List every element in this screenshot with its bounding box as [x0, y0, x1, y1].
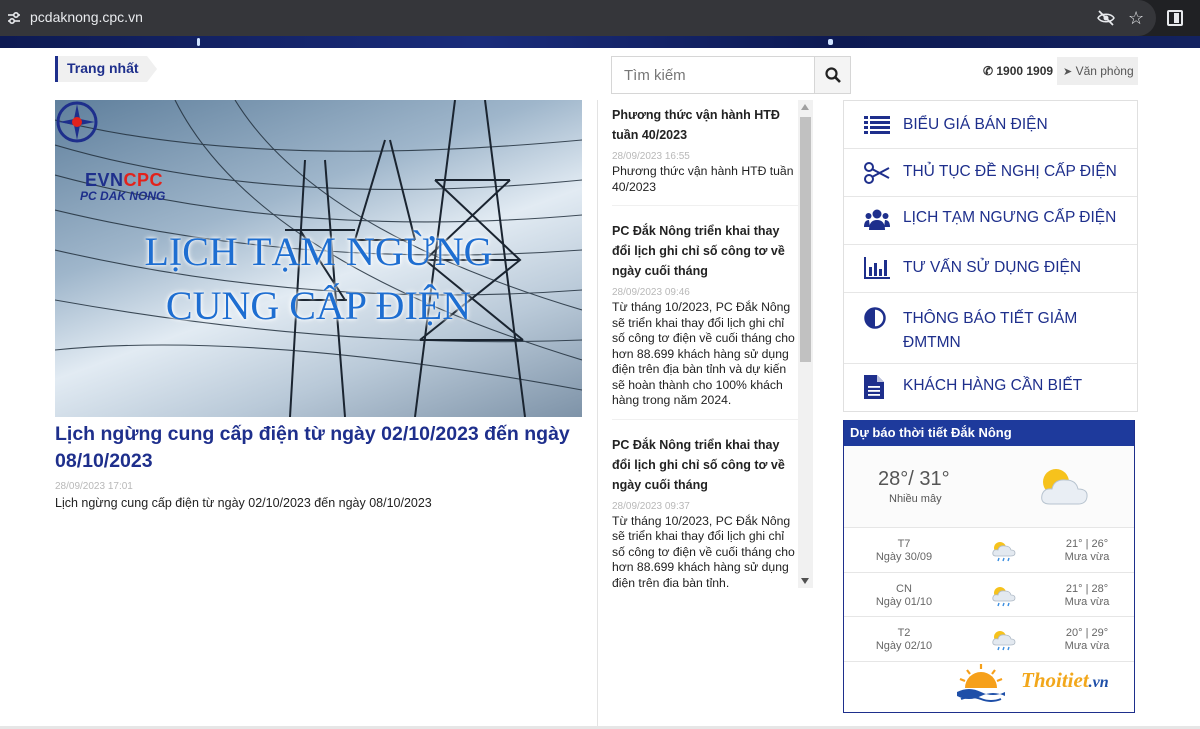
- forecast-range: 21° | 28° Mưa vừa: [1064, 582, 1110, 608]
- forecast-range: 20° | 29° Mưa vừa: [1064, 627, 1110, 652]
- news-scrollbar[interactable]: [798, 100, 813, 588]
- featured-title-link[interactable]: Lịch ngừng cung cấp điện từ ngày 02/10/2…: [55, 421, 585, 475]
- news-date: 28/09/2023 09:46: [612, 287, 690, 298]
- news-title[interactable]: PC Đắk Nông triển khai thay đổi lịch ghi…: [612, 435, 798, 495]
- hotline[interactable]: ✆ 1900 1909: [983, 64, 1053, 78]
- list-icon: [864, 116, 890, 134]
- menu-item-consult[interactable]: TƯ VẤN SỬ DỤNG ĐIỆN: [844, 245, 1137, 293]
- site-header-strip: [0, 36, 1200, 48]
- thoitiet-logo[interactable]: Thoitiet.vn: [957, 662, 1137, 706]
- weather-current: 28°/ 31° Nhiều mây: [844, 446, 1134, 528]
- search-box: [611, 56, 851, 94]
- breadcrumb-home[interactable]: Trang nhất: [58, 56, 147, 82]
- news-title[interactable]: PC Đắk Nông triển khai thay đổi lịch ghi…: [612, 221, 798, 281]
- weather-widget: Dự báo thời tiết Đắk Nông 28°/ 31° Nhiều…: [843, 420, 1135, 713]
- menu-label: THỦ TỤC ĐỀ NGHỊ CẤP ĐIỆN: [903, 163, 1117, 180]
- document-icon: [864, 375, 884, 399]
- thoitiet-logo-text: Thoitiet.vn: [1021, 668, 1109, 692]
- search-icon: [825, 67, 841, 83]
- news-desc: Từ tháng 10/2023, PC Đắk Nông sẽ triển k…: [612, 300, 795, 407]
- browser-toolbar: pcdaknong.cpc.vn ☆: [0, 0, 1200, 36]
- scroll-thumb[interactable]: [800, 117, 811, 362]
- news-date: 28/09/2023 09:37: [612, 500, 690, 512]
- featured-image[interactable]: EVNCPC PC DAK NONG LỊCH TẠM NGỪNG CUNG C…: [55, 100, 582, 417]
- menu-item-notice[interactable]: THÔNG BÁO TIẾT GIẢM ĐMTMN: [844, 293, 1137, 364]
- forecast-row: T7 Ngày 30/09 21° | 26° Mưa vừa: [844, 528, 1134, 573]
- star-icon[interactable]: ☆: [1128, 8, 1144, 28]
- address-bar[interactable]: pcdaknong.cpc.vn ☆: [0, 0, 1156, 36]
- weather-title: Dự báo thời tiết Đắk Nông: [844, 420, 1134, 446]
- contrast-icon: [864, 307, 886, 329]
- forecast-day: T2 Ngày 02/10: [875, 627, 933, 652]
- menu-item-outage[interactable]: LỊCH TẠM NGƯNG CẤP ĐIỆN: [844, 197, 1137, 245]
- menu-label: THÔNG BÁO TIẾT GIẢM ĐMTMN: [903, 310, 1078, 351]
- menu-item-price[interactable]: BIỂU GIÁ BÁN ĐIỆN: [844, 101, 1137, 149]
- navigation-arrow-icon: ➤: [1063, 66, 1073, 78]
- news-scroll-area[interactable]: Phương thức vận hành HTĐ tuần 40/2023 28…: [598, 100, 798, 588]
- evn-logo-icon: [56, 101, 98, 143]
- rain-icon: [992, 542, 1016, 562]
- rain-icon: [992, 586, 1016, 606]
- scissors-icon: [864, 162, 890, 184]
- forecast-range: 21° | 26° Mưa vừa: [1064, 538, 1110, 563]
- sunrise-logo-icon: [957, 664, 1005, 702]
- menu-label: LỊCH TẠM NGƯNG CẤP ĐIỆN: [903, 209, 1117, 226]
- side-panel-icon[interactable]: [1167, 10, 1183, 26]
- menu-label: TƯ VẤN SỬ DỤNG ĐIỆN: [903, 259, 1082, 276]
- office-label: Văn phòng: [1075, 64, 1134, 78]
- search-button[interactable]: [814, 57, 850, 93]
- current-condition: Nhiều mây: [889, 493, 942, 505]
- featured-summary: Lịch ngừng cung cấp điện từ ngày 02/10/2…: [55, 496, 432, 510]
- news-desc: Từ tháng 10/2023, PC Đắk Nông sẽ triển k…: [612, 513, 795, 589]
- evn-logo-sub: PC DAK NONG: [80, 189, 166, 203]
- menu-label: KHÁCH HÀNG CẦN BIẾT: [903, 377, 1083, 394]
- cloudy-sun-icon: [1041, 469, 1088, 505]
- news-item[interactable]: Phương thức vận hành HTĐ tuần 40/2023 28…: [598, 100, 798, 195]
- forecast-row: CN Ngày 01/10 21° | 28° Mưa vừa: [844, 573, 1134, 617]
- news-list: Phương thức vận hành HTĐ tuần 40/2023 28…: [597, 100, 814, 729]
- featured-date: 28/09/2023 17:01: [55, 481, 133, 492]
- hotline-number: 1900 1909: [996, 64, 1054, 78]
- breadcrumb[interactable]: Trang nhất: [55, 56, 157, 82]
- menu-item-procedure[interactable]: THỦ TỤC ĐỀ NGHỊ CẤP ĐIỆN: [844, 149, 1137, 197]
- phone-icon: ✆: [983, 64, 994, 78]
- url-text[interactable]: pcdaknong.cpc.vn: [30, 9, 143, 25]
- banner-text-line2: CUNG CẤP ĐIỆN: [165, 283, 472, 328]
- news-title[interactable]: Phương thức vận hành HTĐ tuần 40/2023: [612, 105, 798, 145]
- menu-item-customer[interactable]: KHÁCH HÀNG CẦN BIẾT: [844, 364, 1137, 410]
- current-temp: 28°/ 31°: [878, 468, 950, 490]
- scroll-up-arrow-icon[interactable]: [801, 104, 809, 110]
- forecast-row: T2 Ngày 02/10 20° | 29° Mưa vừa: [844, 617, 1134, 662]
- news-item[interactable]: PC Đắk Nông triển khai thay đổi lịch ghi…: [598, 216, 798, 409]
- quick-menu: BIỂU GIÁ BÁN ĐIỆN THỦ TỤC ĐỀ NGHỊ CẤP ĐI…: [843, 100, 1138, 412]
- users-icon: [864, 209, 890, 230]
- banner-text-line1: LỊCH TẠM NGỪNG: [144, 229, 493, 274]
- news-item[interactable]: PC Đắk Nông triển khai thay đổi lịch ghi…: [598, 430, 798, 589]
- news-desc: Phương thức vận hành HTĐ tuần 40/2023: [612, 164, 794, 194]
- office-button[interactable]: ➤ Văn phòng: [1057, 57, 1138, 85]
- rain-icon: [992, 631, 1016, 651]
- forecast-day: T7 Ngày 30/09: [875, 538, 933, 563]
- search-input[interactable]: [612, 57, 814, 93]
- eye-off-icon[interactable]: [1097, 10, 1115, 26]
- bar-chart-icon: [864, 257, 890, 279]
- tune-icon[interactable]: [6, 10, 22, 26]
- scroll-down-arrow-icon[interactable]: [801, 578, 809, 584]
- news-date: 28/09/2023 16:55: [612, 151, 690, 162]
- forecast-day: CN Ngày 01/10: [875, 582, 933, 608]
- menu-label: BIỂU GIÁ BÁN ĐIỆN: [903, 116, 1048, 133]
- evn-logo-text: EVNCPC: [85, 170, 164, 190]
